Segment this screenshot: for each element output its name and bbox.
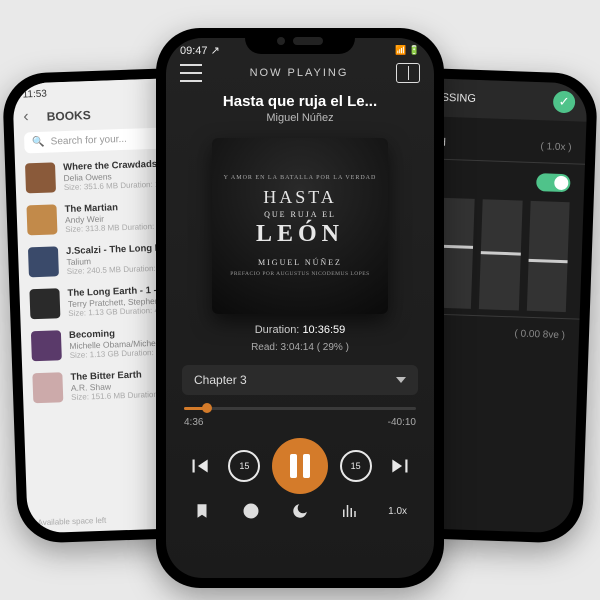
read-row: Read: 3:04:14 ( 29% ) (166, 342, 434, 353)
status-time: 09:47 ↗ (180, 44, 220, 57)
progress-slider[interactable] (184, 401, 416, 415)
book-thumb (32, 372, 63, 403)
search-placeholder: Search for your... (51, 134, 127, 148)
book-thumb (28, 246, 59, 277)
left-footer: Available space left (37, 516, 106, 527)
cover-word-1: HASTA (263, 187, 337, 208)
book-thumb (26, 204, 57, 235)
duration-row: Duration: 10:36:59 (166, 324, 434, 336)
book-title: Hasta que ruja el Le... (166, 93, 434, 110)
prev-track-button[interactable] (181, 448, 217, 484)
equalizer-toggle[interactable] (536, 173, 571, 192)
left-title: BOOKS (36, 104, 101, 128)
status-icons: 📶 🔋 (395, 45, 420, 56)
speed-label: 1.0x (388, 506, 407, 517)
chapter-selector[interactable]: Chapter 3 (182, 365, 418, 395)
center-phone: 09:47 ↗ 📶 🔋 NOW PLAYING Hasta que ruja e… (156, 28, 444, 588)
book-thumb (25, 162, 56, 193)
skip-forward-button[interactable]: 15 (338, 448, 374, 484)
search-icon: 🔍 (32, 137, 45, 148)
time-remaining: -40:10 (388, 417, 416, 428)
left-status-time: 11:53 (22, 89, 47, 101)
library-icon[interactable] (396, 63, 420, 83)
cover-author: MIGUEL NÚÑEZ (258, 258, 342, 267)
sleep-moon-button[interactable] (283, 502, 317, 520)
time-elapsed: 4:36 (184, 417, 203, 428)
play-pause-button[interactable] (272, 438, 328, 494)
sleep-timer-button[interactable] (234, 502, 268, 520)
chevron-down-icon (396, 377, 406, 383)
cover-word-3: LEÓN (256, 221, 344, 248)
skip-back-button[interactable]: 15 (226, 448, 262, 484)
confirm-button[interactable]: ✓ (553, 91, 576, 114)
eq-button[interactable] (332, 502, 366, 520)
cover-tagline: Y AMOR EN LA BATALLA POR LA VERDAD (224, 175, 377, 181)
cover-preface: PREFACIO POR AUGUSTUS NICODEMUS LOPES (230, 271, 369, 277)
center-screen: 09:47 ↗ 📶 🔋 NOW PLAYING Hasta que ruja e… (166, 38, 434, 578)
cover-art: Y AMOR EN LA BATALLA POR LA VERDAD HASTA… (212, 138, 388, 314)
chapter-label: Chapter 3 (194, 373, 247, 387)
book-author: Miguel Núñez (166, 112, 434, 124)
next-track-button[interactable] (383, 448, 419, 484)
pitch-value: ( 0.00 8ve ) (514, 328, 565, 341)
book-thumb (29, 288, 60, 319)
now-playing-label: NOW PLAYING (250, 67, 349, 79)
speed-button[interactable]: 1.0x (381, 506, 415, 517)
speed-value: ( 1.0x ) (540, 141, 571, 153)
bookmark-button[interactable] (185, 502, 219, 520)
book-thumb (31, 330, 62, 361)
phone-notch (245, 28, 355, 54)
bottom-toolbar: 1.0x (178, 502, 422, 520)
cover-word-2: QUE RUJA EL (264, 210, 336, 219)
back-icon[interactable]: ‹ (23, 108, 29, 126)
menu-icon[interactable] (180, 64, 202, 82)
